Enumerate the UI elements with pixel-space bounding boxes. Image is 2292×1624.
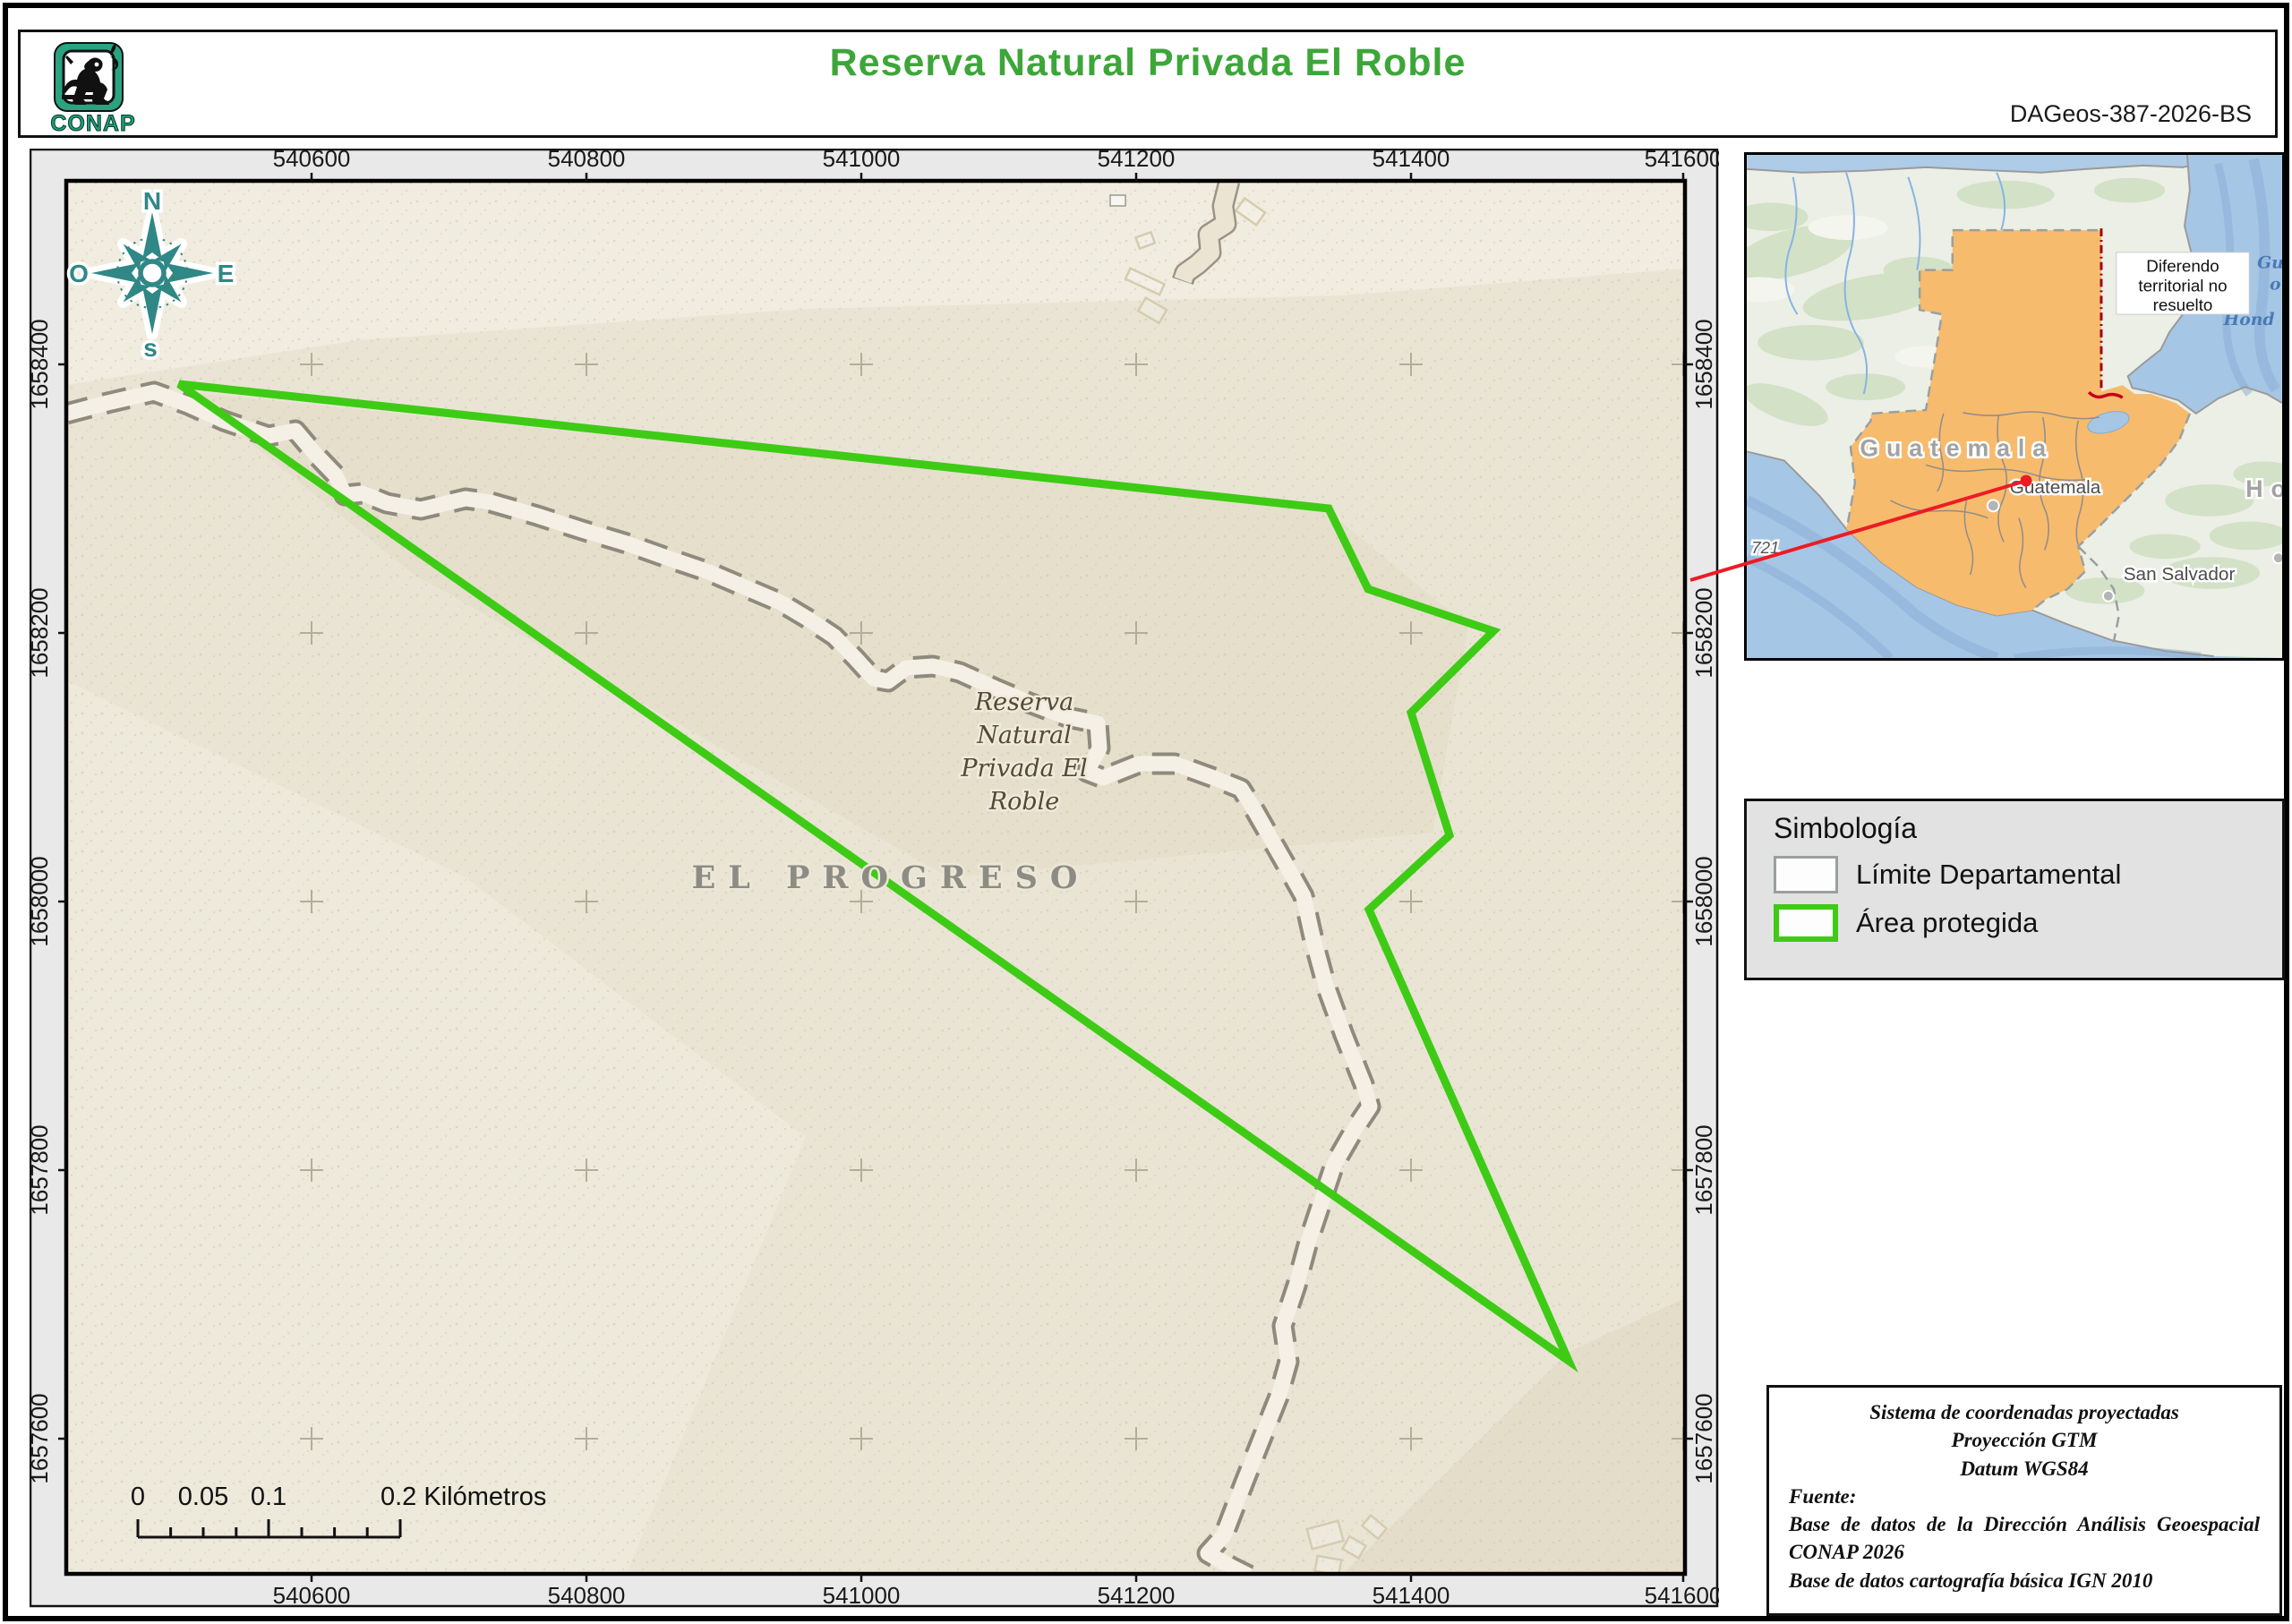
- grid-label-bottom: 541400: [1373, 1582, 1450, 1609]
- source-line: Base de datos de la Dirección Análisis G…: [1789, 1513, 2260, 1564]
- inset-sea-label-1: Gu: [2257, 253, 2284, 273]
- info-line: Datum WGS84: [1960, 1457, 2089, 1480]
- map-sheet: { "header": { "title": "Reserva Natural …: [0, 0, 2292, 1624]
- grid-label-bottom: 540800: [548, 1582, 626, 1609]
- info-line: Proyección GTM: [1951, 1429, 2098, 1452]
- legend-item-protected-area: Área protegida: [1774, 904, 2282, 942]
- reserve-label-line: Roble: [988, 788, 1059, 816]
- city-dot-guatemala: [1986, 499, 2000, 513]
- logo-text: CONAP: [50, 111, 135, 134]
- grid-label-top: 541000: [823, 149, 901, 172]
- grid-label-right: 1658200: [1690, 587, 1717, 678]
- grid-label-left: 1658400: [30, 319, 53, 409]
- main-map: Reserva Natural Privada El Roble EL PROG…: [30, 149, 1719, 1609]
- legend-item-departmental: Límite Departamental: [1774, 856, 2282, 893]
- compass-n: N: [143, 187, 161, 215]
- grid-label-top: 540600: [273, 149, 351, 172]
- inset-country-label: Guatemala: [1860, 434, 2054, 461]
- inset-locator-map: 721 Guatemala Guatemala San Salvador Ho …: [1744, 152, 2285, 661]
- building-small: [1109, 194, 1126, 207]
- grid-label-left: 1658200: [30, 587, 53, 678]
- department-label: EL PROGRESO: [692, 859, 1090, 896]
- scale-label-02km: 0.2 Kilómetros: [381, 1483, 546, 1511]
- grid-label-left: 1658000: [30, 856, 53, 946]
- reserve-label-line: Reserva: [974, 688, 1073, 716]
- grid-label-top: 541600: [1645, 149, 1719, 172]
- info-line: Sistema de coordenadas proyectadas: [1869, 1401, 2179, 1423]
- compass-o: O: [69, 260, 89, 287]
- header: CONAP Reserva Natural Privada El Roble D…: [18, 30, 2278, 138]
- inset-road-label: 721: [1751, 538, 1779, 557]
- inset-city-label: Guatemala: [2010, 477, 2101, 498]
- grid-label-right: 1657800: [1690, 1124, 1717, 1215]
- inset-honduras-label: Ho: [2245, 475, 2285, 502]
- inset-sea-label-2: o: [2270, 274, 2281, 294]
- compass-s: s: [143, 334, 158, 362]
- scale-label-005: 0.05: [178, 1483, 228, 1511]
- protected-area-swatch: [1774, 904, 1838, 942]
- page-title: Reserva Natural Privada El Roble: [829, 41, 1467, 84]
- grid-label-top: 541200: [1098, 149, 1176, 172]
- grid-label-left: 1657600: [30, 1393, 53, 1483]
- grid-label-right: 1658400: [1690, 319, 1717, 409]
- projection-info-box: Sistema de coordenadas proyectadas Proye…: [1766, 1385, 2282, 1616]
- callout-line: resuelto: [2153, 295, 2213, 314]
- grid-label-bottom: 541000: [823, 1582, 901, 1609]
- callout-line: territorial no: [2138, 276, 2227, 295]
- callout-line: Diferendo: [2146, 257, 2219, 276]
- map-content: Reserva Natural Privada El Roble EL PROG…: [66, 181, 1685, 1574]
- compass-e: E: [218, 260, 235, 287]
- reserve-label-line: Privada El: [960, 755, 1087, 782]
- territorial-callout: Diferendo territorial no resuelto: [2116, 252, 2250, 315]
- legend: Simbología Límite Departamental Área pro…: [1744, 799, 2285, 980]
- source-label: Fuente:: [1789, 1484, 1857, 1508]
- grid-label-right: 1658000: [1690, 856, 1717, 946]
- city-dot-san-salvador: [2101, 589, 2115, 603]
- source-line: Base de datos cartografía básica IGN 201…: [1789, 1568, 2153, 1592]
- grid-label-right: 1657600: [1690, 1393, 1717, 1483]
- city-dot-edge: [2271, 551, 2282, 565]
- scale-label-01: 0.1: [251, 1483, 286, 1511]
- grid-label-bottom: 541200: [1098, 1582, 1176, 1609]
- grid-label-left: 1657800: [30, 1124, 53, 1215]
- grid-label-top: 540800: [548, 149, 626, 172]
- legend-item-label: Límite Departamental: [1856, 859, 2122, 890]
- grid-label-bottom: 541600: [1645, 1582, 1719, 1609]
- scale-label-0: 0: [131, 1483, 145, 1511]
- reserve-label-line: Natural: [976, 722, 1072, 749]
- document-code: DAGeos-387-2026-BS: [2009, 100, 2252, 127]
- departmental-boundary-swatch: [1774, 856, 1838, 893]
- legend-item-label: Área protegida: [1856, 907, 2039, 938]
- grid-label-top: 541400: [1373, 149, 1450, 172]
- inset-city2-label: San Salvador: [2124, 564, 2236, 585]
- legend-title: Simbología: [1774, 812, 1918, 844]
- grid-label-bottom: 540600: [273, 1582, 351, 1609]
